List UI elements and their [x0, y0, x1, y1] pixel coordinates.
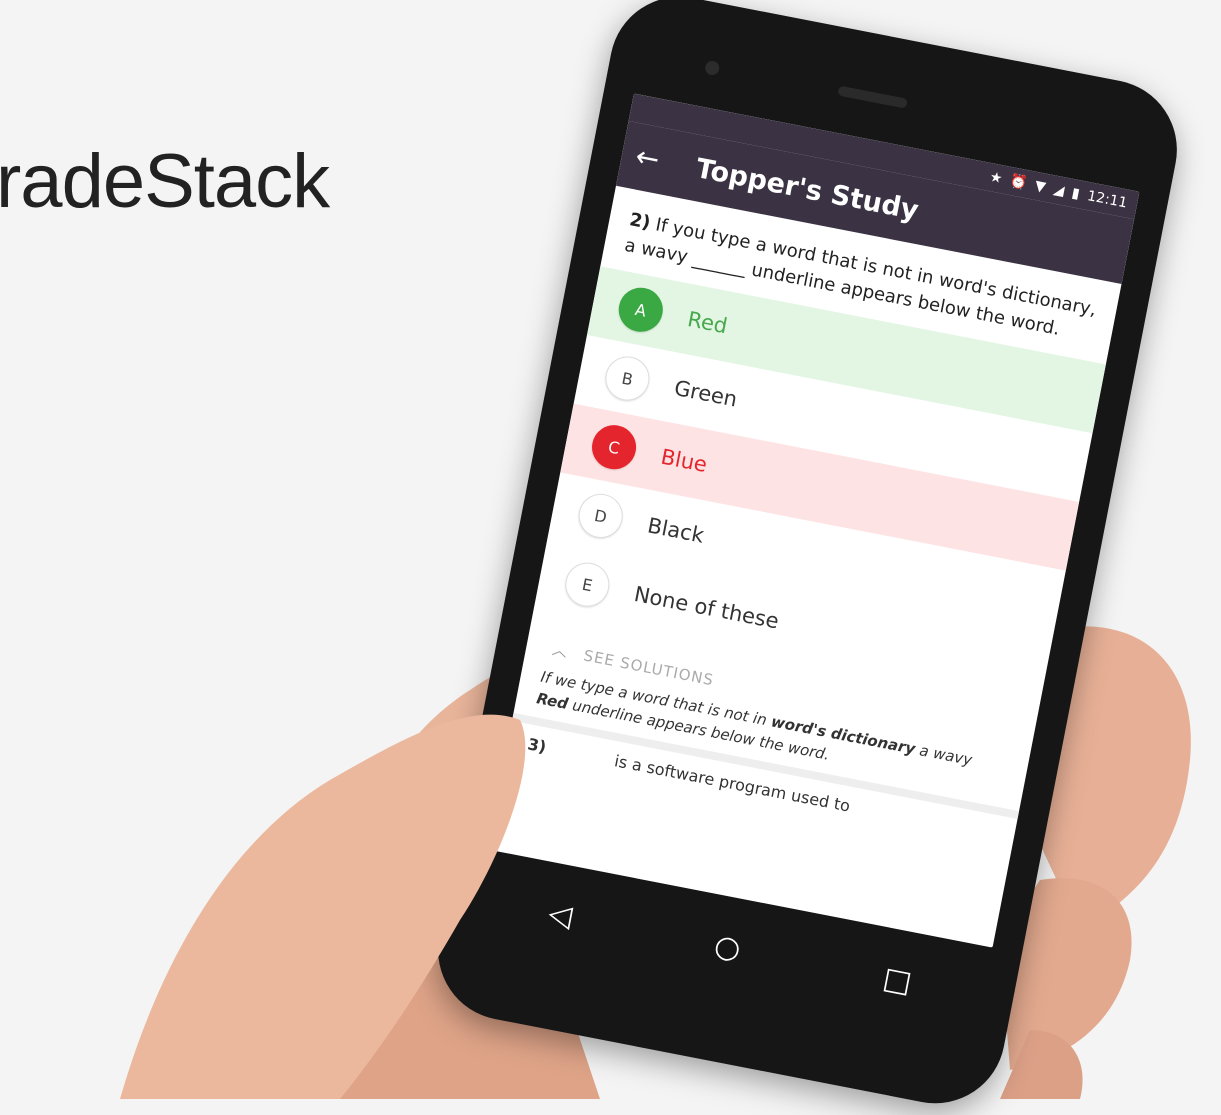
chevron-up-icon: ︿: [550, 640, 570, 662]
option-letter: A: [614, 283, 667, 336]
arrow-left-icon[interactable]: ←: [633, 139, 662, 176]
back-triangle-icon[interactable]: ◁: [546, 895, 575, 934]
wifi-icon: ▼: [1033, 177, 1048, 196]
option-label: Black: [645, 513, 706, 548]
solution-part: a wavy: [913, 740, 974, 770]
status-time: 12:11: [1085, 188, 1129, 212]
recents-square-icon[interactable]: □: [880, 960, 915, 1000]
star-icon: ★: [988, 169, 1004, 188]
alarm-icon: ⏰: [1008, 173, 1029, 193]
option-letter: B: [601, 352, 654, 405]
phone: ★ ⏰ ▼ ◢ ▮ 12:11 ← Topper's Study 2) If y…: [0, 0, 1221, 1115]
battery-icon: ▮: [1070, 185, 1082, 203]
option-letter: C: [588, 421, 640, 473]
next-question-number: 3): [526, 734, 548, 757]
signal-icon: ◢: [1051, 181, 1066, 200]
option-label: Blue: [658, 444, 710, 478]
home-circle-icon[interactable]: ○: [711, 927, 743, 966]
solution-bold: Red: [535, 689, 570, 713]
phone-body: ★ ⏰ ▼ ◢ ▮ 12:11 ← Topper's Study 2) If y…: [426, 0, 1189, 1115]
option-label: None of these: [632, 582, 781, 634]
option-letter: E: [561, 558, 614, 611]
question-number: 2): [627, 209, 653, 234]
earpiece: [837, 85, 908, 109]
phone-screen: ★ ⏰ ▼ ◢ ▮ 12:11 ← Topper's Study 2) If y…: [486, 93, 1140, 948]
option-letter: D: [574, 490, 627, 542]
option-label: Red: [685, 307, 730, 339]
option-label: Green: [672, 375, 740, 412]
front-camera: [704, 59, 721, 77]
